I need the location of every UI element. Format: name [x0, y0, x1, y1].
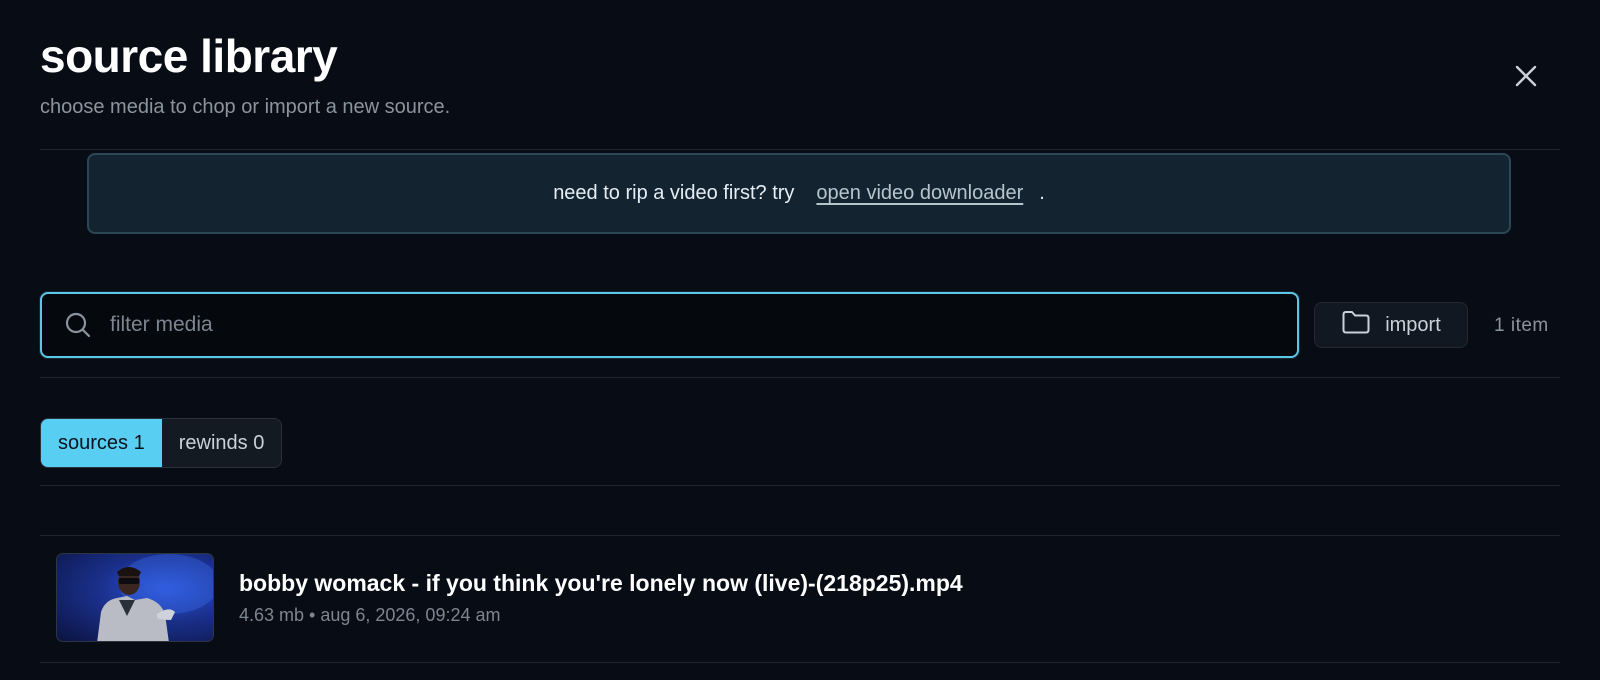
list-bottom-divider	[40, 662, 1560, 663]
item-count: 1 item	[1494, 315, 1549, 336]
close-icon	[1515, 65, 1537, 87]
close-button[interactable]	[1508, 58, 1544, 94]
media-thumbnail	[56, 552, 214, 642]
list-top-divider	[40, 535, 1560, 536]
media-meta: 4.63 mb • aug 6, 2026, 09:24 am	[239, 605, 501, 625]
source-library-modal: source library choose media to chop or i…	[0, 0, 1600, 680]
filter-media-input[interactable]	[108, 312, 1212, 338]
notice-text: need to rip a video first? try	[553, 182, 795, 204]
tab-sources[interactable]: sources 1	[41, 419, 162, 467]
media-info: bobby womack - if you think you're lonel…	[239, 568, 963, 626]
media-list-item[interactable]: bobby womack - if you think you're lonel…	[40, 537, 1560, 657]
downloader-notice: need to rip a video first? try open vide…	[87, 153, 1511, 234]
import-button-label: import	[1385, 313, 1441, 336]
folder-icon	[1341, 309, 1371, 341]
open-video-downloader-link[interactable]: open video downloader	[816, 182, 1023, 205]
tab-rewinds[interactable]: rewinds 0	[161, 419, 282, 467]
notice-suffix: .	[1039, 182, 1045, 204]
modal-header: source library choose media to chop or i…	[40, 28, 450, 120]
search-box[interactable]	[40, 292, 1299, 358]
search-divider	[40, 377, 1560, 378]
import-button[interactable]: import	[1314, 302, 1468, 348]
search-icon	[64, 311, 92, 339]
page-subtitle: choose media to chop or import a new sou…	[40, 96, 451, 118]
header-divider	[40, 149, 1560, 150]
page-title: source library	[40, 30, 338, 82]
tabs-divider	[40, 485, 1560, 486]
library-tabs: sources 1 rewinds 0	[40, 418, 283, 468]
media-title: bobby womack - if you think you're lonel…	[239, 570, 963, 596]
